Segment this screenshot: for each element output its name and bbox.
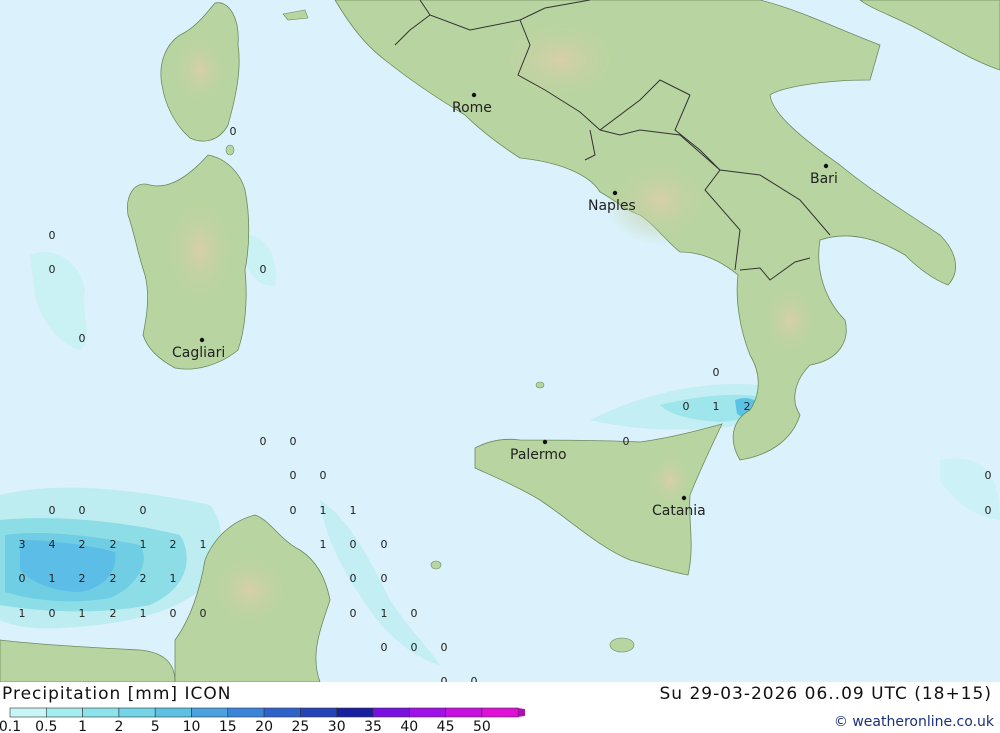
precip-value: 1 [19, 607, 26, 620]
legend-tick-label: 50 [473, 719, 491, 733]
legend-swatch [9, 707, 47, 718]
legend-swatch [300, 707, 337, 718]
precip-value: 0 [623, 435, 630, 448]
precip-value: 0 [381, 538, 388, 551]
legend-swatch [82, 707, 120, 718]
precip-value: 0 [441, 675, 448, 682]
precip-value: 0 [290, 435, 297, 448]
precip-value: 1 [320, 538, 327, 551]
precip-value: 0 [411, 641, 418, 654]
precip-value: 0 [713, 366, 720, 379]
city-label: Rome [452, 100, 492, 116]
precip-value: 0 [260, 263, 267, 276]
precip-value: 0 [79, 332, 86, 345]
precip-value: 0 [140, 504, 147, 517]
city-label: Catania [652, 503, 706, 519]
precip-value: 0 [200, 607, 207, 620]
precip-value: 0 [230, 125, 237, 138]
precip-value: 1 [170, 572, 177, 585]
precip-value: 0 [350, 538, 357, 551]
legend-swatch [45, 707, 83, 718]
legend-tick-label: 10 [183, 719, 201, 733]
map-title: Precipitation [mm] ICON [2, 684, 232, 704]
legend-swatch [263, 707, 301, 718]
precip-value: 1 [713, 400, 720, 413]
legend-tick-label: 40 [400, 719, 418, 733]
precip-value: 2 [140, 572, 147, 585]
precip-value: 0 [441, 641, 448, 654]
precip-value: 0 [985, 469, 992, 482]
legend-swatch [481, 707, 519, 718]
legend-swatch [154, 707, 192, 718]
precip-value: 2 [110, 572, 117, 585]
precip-value: 1 [79, 607, 86, 620]
legend-swatch [336, 707, 374, 718]
legend-swatch [445, 707, 483, 718]
precip-value: 0 [49, 263, 56, 276]
precip-value: 2 [170, 538, 177, 551]
legend-tick-label: 35 [364, 719, 382, 733]
legend-arrow [518, 708, 525, 717]
precip-value: 1 [49, 572, 56, 585]
precip-value: 2 [79, 538, 86, 551]
precip-value: 0 [381, 572, 388, 585]
legend-tick-label: 30 [328, 719, 346, 733]
precip-value: 0 [19, 572, 26, 585]
precipitation-map: Rome Naples Bari Cagliari Palermo Catani… [0, 0, 1000, 682]
precip-value: 0 [290, 504, 297, 517]
precip-value: 1 [381, 607, 388, 620]
precip-value: 0 [79, 504, 86, 517]
legend-tick-label: 15 [219, 719, 237, 733]
precip-value: 1 [140, 538, 147, 551]
legend-swatches [9, 707, 525, 718]
legend-tick-label: 0.1 [0, 719, 21, 733]
precip-value: 2 [744, 400, 751, 413]
precip-value: 1 [320, 504, 327, 517]
precip-value: 4 [49, 538, 56, 551]
legend-tick-label: 25 [291, 719, 309, 733]
legend-tick-label: 2 [114, 719, 123, 733]
precip-value: 0 [49, 229, 56, 242]
precip-value: 2 [79, 572, 86, 585]
legend-swatch [408, 707, 446, 718]
precip-value: 2 [110, 607, 117, 620]
precip-value: 0 [411, 607, 418, 620]
precip-value: 0 [290, 469, 297, 482]
city-label: Cagliari [172, 345, 225, 361]
precip-value: 0 [260, 435, 267, 448]
precip-value: 1 [200, 538, 207, 551]
precip-value: 0 [350, 607, 357, 620]
precip-value: 1 [140, 607, 147, 620]
legend-swatch [227, 707, 265, 718]
precip-value: 1 [350, 504, 357, 517]
precip-value: 0 [985, 504, 992, 517]
precip-value: 0 [683, 400, 690, 413]
legend-swatch [118, 707, 156, 718]
precip-value: 0 [170, 607, 177, 620]
legend-tick-label: 0.5 [35, 719, 57, 733]
legend-ticks: 0.1 0.5 1 2 5 10 15 20 25 30 35 40 45 50 [0, 719, 491, 733]
precip-value: 0 [49, 504, 56, 517]
legend-tick-label: 45 [437, 719, 455, 733]
precip-value: 0 [320, 469, 327, 482]
color-legend: 0.1 0.5 1 2 5 10 15 20 25 30 35 40 45 50 [0, 707, 525, 733]
legend-swatch [191, 707, 229, 718]
precip-value: 0 [471, 675, 478, 682]
legend-tick-label: 20 [255, 719, 273, 733]
copyright-link[interactable]: © weatheronline.co.uk [834, 714, 994, 730]
precip-value: 0 [49, 607, 56, 620]
precip-value: 2 [110, 538, 117, 551]
precip-value: 0 [381, 641, 388, 654]
legend-tick-label: 5 [151, 719, 160, 733]
city-label: Palermo [510, 447, 567, 463]
city-label: Naples [588, 198, 636, 214]
legend-swatch [372, 707, 410, 718]
legend-tick-label: 1 [78, 719, 87, 733]
precip-value: 0 [350, 572, 357, 585]
forecast-time: Su 29-03-2026 06..09 UTC (18+15) [659, 684, 992, 704]
precip-value: 3 [19, 538, 26, 551]
city-label: Bari [810, 171, 838, 187]
